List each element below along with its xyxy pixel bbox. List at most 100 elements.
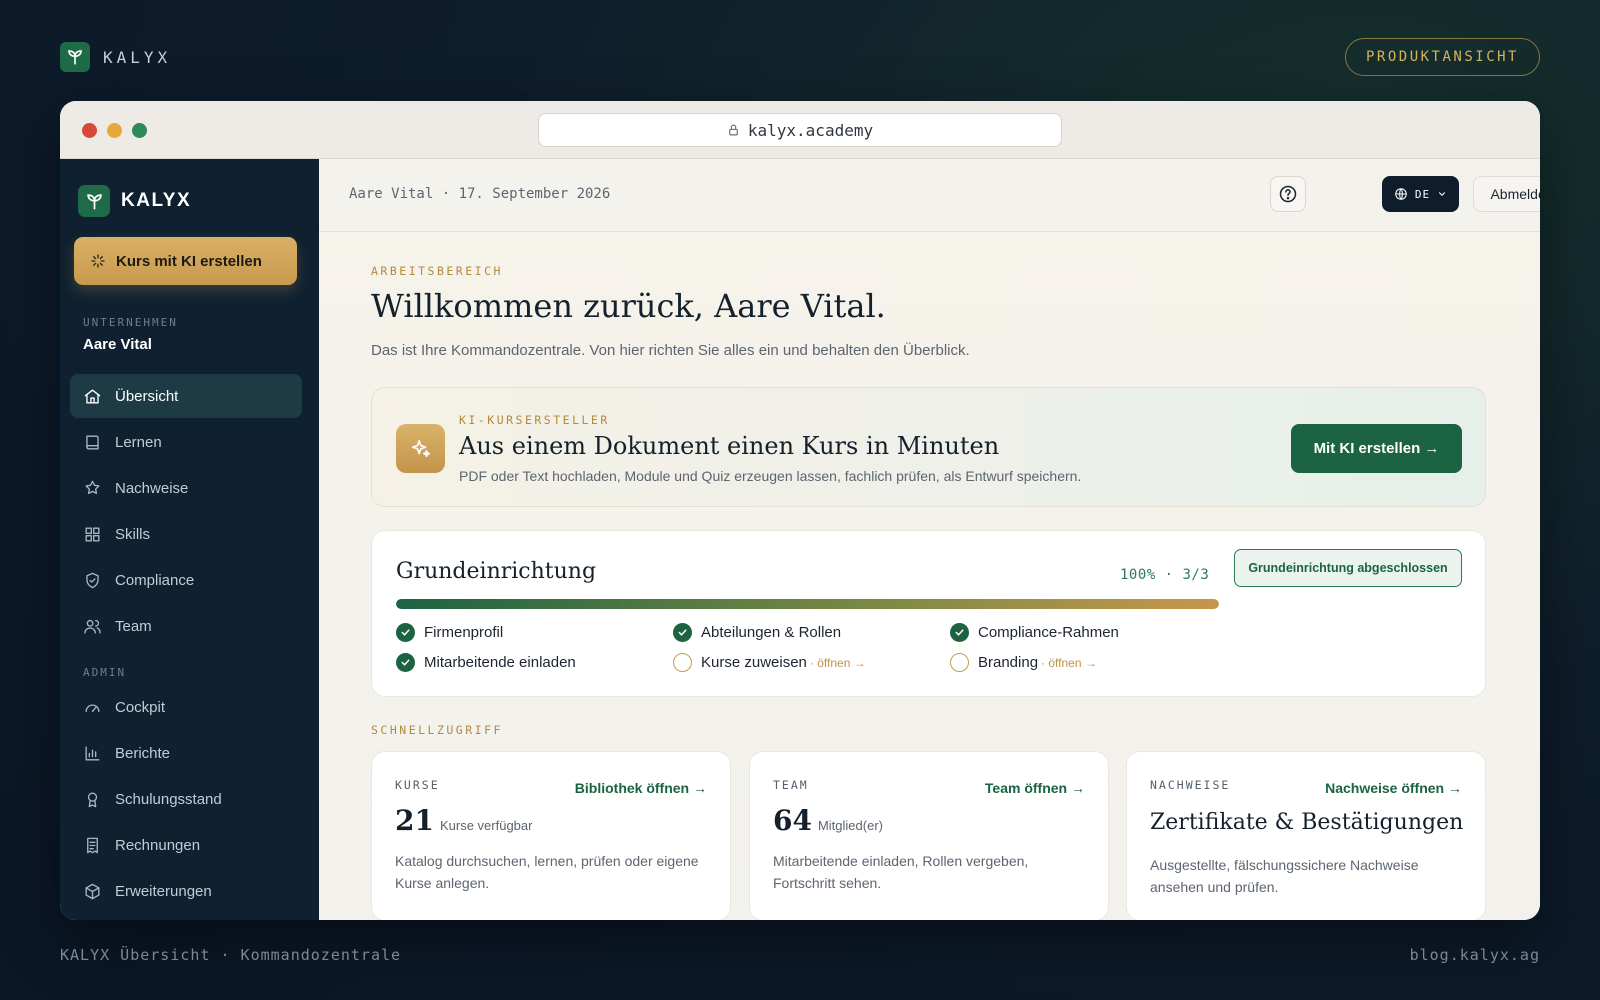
sparkle-icon: [91, 254, 105, 268]
sidebar: KALYX Kurs mit KI erstellen UNTERNEHMEN …: [60, 159, 319, 920]
home-icon: [84, 388, 101, 404]
quick-card-label: KURSE: [395, 778, 440, 792]
course-count-value: 21: [395, 804, 434, 837]
setup-item-label: Mitarbeitende einladen: [424, 654, 576, 671]
sidebar-item-learning[interactable]: Lernen: [70, 420, 302, 464]
create-course-ai-label: Kurs mit KI erstellen: [116, 252, 262, 270]
setup-complete-badge[interactable]: Grundeinrichtung abgeschlossen: [1234, 549, 1462, 587]
globe-icon: [1395, 188, 1407, 200]
close-window-dot[interactable]: [82, 123, 97, 138]
maximize-window-dot[interactable]: [132, 123, 147, 138]
sidebar-brand[interactable]: KALYX: [78, 185, 191, 217]
sidebar-item-cockpit[interactable]: Cockpit: [70, 685, 302, 729]
quick-card-proofs[interactable]: NACHWEISE Nachweise öffnen → Zertifikate…: [1126, 751, 1486, 920]
sidebar-item-overview[interactable]: Übersicht: [70, 374, 302, 418]
quick-card-label: NACHWEISE: [1150, 778, 1231, 792]
company-section-label: UNTERNEHMEN: [83, 316, 178, 329]
setup-item-company-profile[interactable]: Firmenprofil: [396, 623, 503, 642]
sidebar-item-proofs[interactable]: Nachweise: [70, 466, 302, 510]
ai-card-title: Aus einem Dokument einen Kurs in Minuten: [459, 432, 1000, 460]
book-icon: [86, 434, 99, 450]
chevron-down-icon: [1439, 192, 1446, 196]
page-title: Willkommen zurück, Aare Vital.: [371, 287, 886, 325]
logout-button[interactable]: Abmelden: [1473, 176, 1540, 212]
sidebar-item-label: Schulungsstand: [115, 790, 222, 808]
receipt-icon: [87, 837, 98, 853]
sidebar-item-label: Team: [115, 617, 152, 635]
setup-item-invite-employees[interactable]: Mitarbeitende einladen: [396, 653, 576, 672]
ai-course-creator-card: KI-KURSERSTELLER Aus einem Dokument eine…: [371, 387, 1486, 507]
admin-section-label: ADMIN: [83, 666, 127, 679]
sidebar-item-skills[interactable]: Skills: [70, 512, 302, 556]
sidebar-item-training-status[interactable]: Schulungsstand: [70, 777, 302, 821]
sidebar-item-label: Übersicht: [115, 387, 179, 405]
quick-access-eyebrow: SCHNELLZUGRIFF: [371, 723, 503, 737]
setup-item-departments-roles[interactable]: Abteilungen & Rollen: [673, 623, 841, 642]
setup-item-compliance-framework[interactable]: Compliance-Rahmen: [950, 623, 1119, 642]
kalyx-logo-icon: [78, 185, 110, 217]
product-view-pill[interactable]: PRODUKTANSICHT: [1344, 38, 1540, 76]
team-count-unit: Mitglied(er): [817, 818, 883, 833]
quick-card-label: TEAM: [773, 778, 809, 792]
open-proofs-link[interactable]: Nachweise öffnen →: [1325, 780, 1462, 796]
help-button[interactable]: [1270, 176, 1306, 212]
sidebar-item-compliance[interactable]: Compliance: [70, 558, 302, 602]
company-name: Aare Vital: [83, 336, 152, 353]
create-with-ai-button[interactable]: Mit KI erstellen →: [1291, 424, 1462, 473]
sidebar-brand-name: KALYX: [121, 190, 192, 211]
browser-window: kalyx.academy KALYX Kurs mit KI erstelle…: [60, 101, 1540, 920]
sidebar-item-label: Erweiterungen: [115, 882, 212, 900]
quick-card-description: Ausgestellte, fälschungssichere Nachweis…: [1150, 857, 1419, 895]
course-count-unit: Kurse verfügbar: [439, 818, 533, 833]
setup-item-label: Compliance-Rahmen: [978, 624, 1119, 641]
shield-check-icon: [86, 572, 99, 588]
sidebar-item-extensions[interactable]: Erweiterungen: [70, 869, 302, 913]
lock-icon: [728, 124, 738, 136]
team-count: 64 Mitglied(er): [773, 804, 883, 837]
setup-title: Grundeinrichtung: [396, 559, 597, 584]
check-done-icon: [950, 623, 969, 642]
setup-item-open-link[interactable]: · öffnen →: [1041, 656, 1097, 670]
check-done-icon: [396, 623, 415, 642]
setup-progress-track: [396, 599, 1219, 609]
ai-card-eyebrow: KI-KURSERSTELLER: [459, 413, 610, 427]
sidebar-item-label: Skills: [115, 525, 151, 543]
quick-card-courses[interactable]: KURSE Bibliothek öffnen → 21 Kurse verfüg…: [371, 751, 731, 920]
grid-icon: [85, 526, 100, 542]
sidebar-item-reports[interactable]: Berichte: [70, 731, 302, 775]
footer-caption: KALYX Übersicht · Kommandozentrale: [60, 946, 402, 964]
topbar: Aare Vital · 17. September 2026 DE Abmel…: [319, 159, 1540, 232]
setup-item-branding[interactable]: Branding · öffnen →: [950, 653, 1097, 672]
sidebar-item-label: Berichte: [115, 744, 171, 762]
sparkles-icon: [396, 424, 445, 473]
open-library-link[interactable]: Bibliothek öffnen →: [575, 780, 707, 796]
sidebar-item-team[interactable]: Team: [70, 604, 302, 648]
language-label: DE: [1414, 187, 1431, 201]
team-count-value: 64: [773, 804, 812, 837]
quick-card-team[interactable]: TEAM Team öffnen → 64 Mitglied(er) Mitarb…: [749, 751, 1109, 920]
setup-item-open-link[interactable]: · öffnen →: [810, 656, 866, 670]
footer-link[interactable]: blog.kalyx.ag: [1410, 946, 1540, 964]
minimize-window-dot[interactable]: [107, 123, 122, 138]
setup-item-label: Firmenprofil: [424, 624, 504, 641]
sidebar-item-invoices[interactable]: Rechnungen: [70, 823, 302, 867]
setup-progress-fill: [396, 599, 1219, 609]
create-course-ai-button[interactable]: Kurs mit KI erstellen: [74, 237, 297, 285]
award-icon: [85, 480, 100, 494]
sidebar-item-label: Rechnungen: [115, 836, 201, 854]
ai-card-subtitle: PDF oder Text hochladen, Module und Quiz…: [459, 468, 1082, 484]
setup-card: Grundeinrichtung 100% · 3/3 Grundeinrich…: [371, 530, 1486, 697]
sidebar-item-label: Compliance: [115, 571, 195, 589]
bar-chart-icon: [85, 745, 100, 761]
setup-item-label: Kurse zuweisen: [701, 654, 807, 671]
users-icon: [84, 619, 101, 634]
open-team-link[interactable]: Team öffnen →: [985, 780, 1085, 796]
setup-item-assign-courses[interactable]: Kurse zuweisen · öffnen →: [673, 653, 866, 672]
url-bar[interactable]: kalyx.academy: [538, 113, 1062, 147]
page-subtitle: Das ist Ihre Kommandozentrale. Von hier …: [371, 342, 970, 359]
check-open-icon: [950, 653, 969, 672]
language-select[interactable]: DE: [1382, 176, 1459, 212]
medal-icon: [87, 791, 98, 807]
url-text: kalyx.academy: [747, 120, 874, 140]
setup-item-label: Branding: [978, 654, 1039, 671]
